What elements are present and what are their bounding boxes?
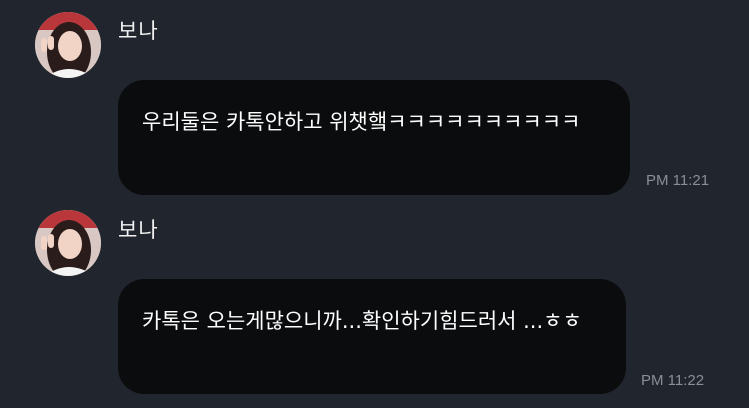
- avatar-photo-icon: [35, 12, 101, 78]
- sender-name: 보나: [118, 19, 159, 43]
- message-timestamp: PM 11:22: [641, 372, 705, 389]
- sender-avatar[interactable]: [35, 210, 101, 276]
- message-bubble[interactable]: 우리둘은 카톡안하고 위챗햌ㅋㅋㅋㅋㅋㅋㅋㅋㅋㅋ: [118, 80, 630, 195]
- message-text: 카톡은 오는게많으니까...확인하기힘드러서 ...ㅎㅎ: [142, 309, 582, 333]
- message-timestamp: PM 11:21: [646, 172, 710, 189]
- message-bubble[interactable]: 카톡은 오는게많으니까...확인하기힘드러서 ...ㅎㅎ: [118, 279, 626, 394]
- message-text: 우리둘은 카톡안하고 위챗햌ㅋㅋㅋㅋㅋㅋㅋㅋㅋㅋ: [142, 110, 581, 134]
- sender-avatar[interactable]: [35, 12, 101, 78]
- chat-view: 보나 우리둘은 카톡안하고 위챗햌ㅋㅋㅋㅋㅋㅋㅋㅋㅋㅋ PM 11:21 보나 …: [0, 0, 749, 408]
- avatar-photo-icon: [35, 210, 101, 276]
- sender-name: 보나: [118, 218, 159, 242]
